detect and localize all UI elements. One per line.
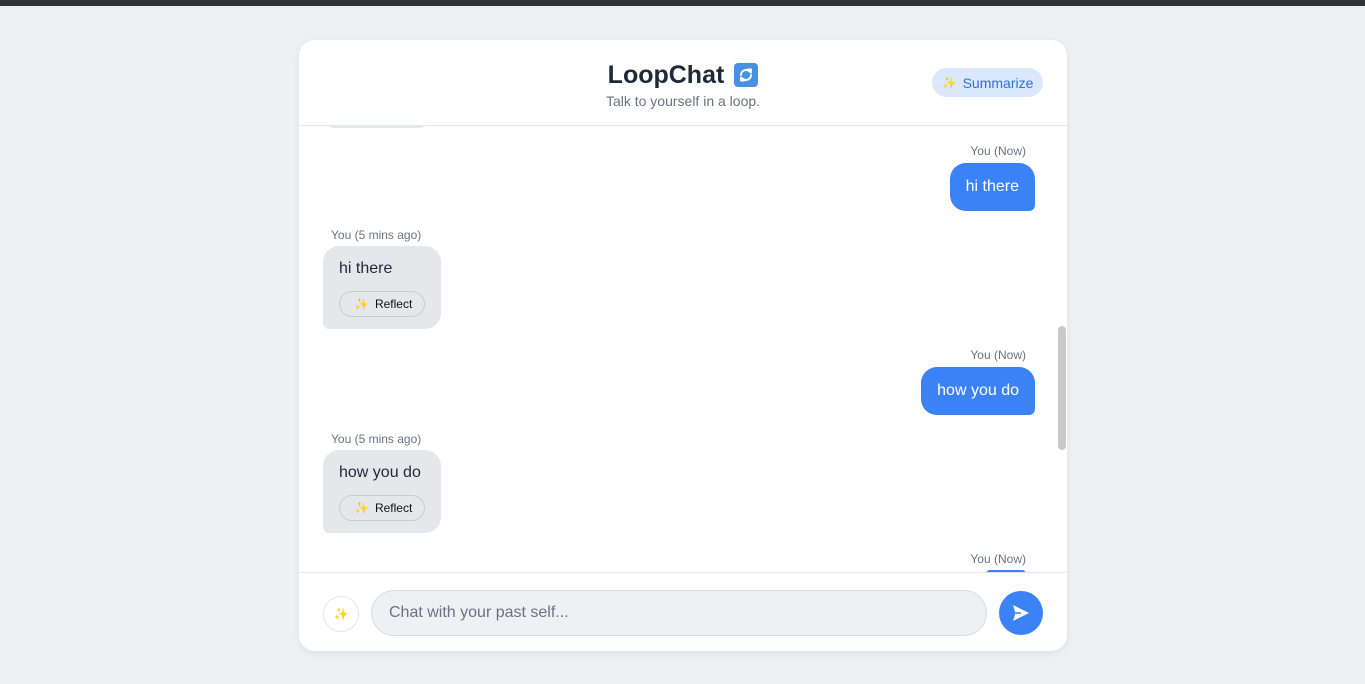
incoming-message-bubble: how you do ✨ Reflect: [323, 450, 442, 533]
reflect-label: Reflect: [374, 297, 413, 311]
summarize-button[interactable]: ✨ Summarize: [932, 68, 1043, 97]
message-meta: You (5 mins ago): [331, 432, 422, 446]
message-meta: You (5 mins ago): [331, 228, 422, 242]
message-text: how you do: [339, 464, 421, 481]
sparkle-icon: ✨: [354, 501, 369, 515]
chat-header: LoopChat Talk to yourself in a loop. ✨ S…: [299, 40, 1067, 126]
outgoing-message-bubble: hi there: [949, 163, 1035, 211]
sparkle-icon: ✨: [354, 297, 369, 311]
reflect-button[interactable]: ✨ Reflect: [339, 291, 426, 317]
message-list[interactable]: You (Now) hi there You (5 mins ago) hi t…: [299, 126, 1067, 572]
app-title: LoopChat: [607, 60, 725, 89]
send-icon: [1013, 605, 1029, 621]
browser-top-bar: [0, 0, 1365, 6]
message-text: how you do: [937, 382, 1019, 399]
message-meta: You (Now): [970, 552, 1026, 566]
composer: ✨: [299, 572, 1067, 651]
message-bubble-partial: [323, 126, 431, 128]
reflect-label: Reflect: [374, 501, 413, 515]
sparkle-icon: ✨: [941, 75, 957, 90]
loop-arrows-icon: [734, 63, 759, 87]
send-button[interactable]: [999, 591, 1043, 635]
summarize-label: Summarize: [962, 74, 1034, 91]
magic-button[interactable]: ✨: [323, 596, 359, 632]
message-meta: You (Now): [970, 144, 1026, 158]
message-text: hi there: [339, 260, 393, 277]
outgoing-message-bubble: how you do: [921, 367, 1035, 415]
chat-card: LoopChat Talk to yourself in a loop. ✨ S…: [299, 40, 1067, 651]
reflect-button[interactable]: ✨ Reflect: [339, 495, 426, 521]
message-meta: You (Now): [970, 348, 1026, 362]
message-text: hi there: [965, 178, 1019, 195]
sparkle-icon: ✨: [333, 607, 349, 621]
incoming-message-bubble: hi there ✨ Reflect: [323, 246, 442, 329]
scrollbar-thumb[interactable]: [1058, 326, 1066, 450]
chat-input[interactable]: [371, 590, 987, 636]
